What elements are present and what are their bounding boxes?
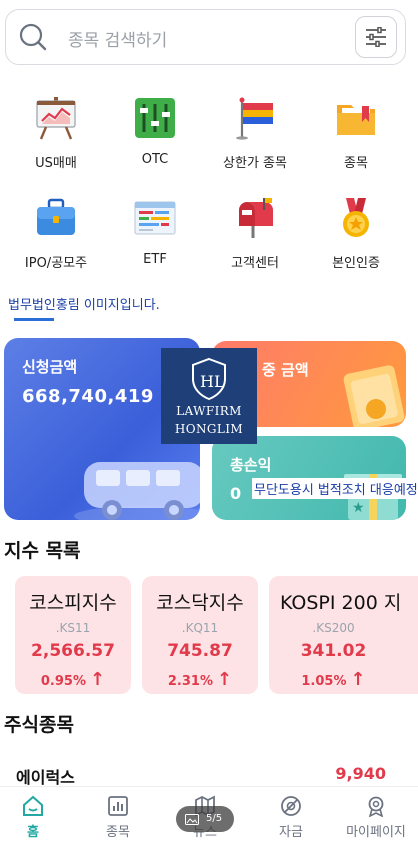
tab-mypage[interactable]: 마이페이지 [334, 795, 418, 840]
medal-outline-icon [368, 796, 384, 818]
stock-name: 에이럭스 [16, 768, 75, 787]
filter-button[interactable] [355, 16, 397, 58]
card-title: 총손익 [230, 456, 272, 474]
index-card[interactable]: 코스닥지수 .KQ11 745.87 2.31% ↑ [142, 576, 258, 694]
menu-label: 상한가 종목 [223, 156, 287, 171]
menu-item-us-trading[interactable]: US매매 [4, 96, 108, 171]
menu-item-upper-limit[interactable]: 상한가 종목 [203, 96, 307, 171]
index-code: .KS200 [312, 621, 355, 635]
card-value: 668,740,419 [22, 386, 154, 407]
watermark-banner-text: 법무법인홍림 이미지입니다. [6, 298, 162, 313]
stock-section-title: 주식종목 [4, 714, 74, 736]
tab-home[interactable]: 홈 [0, 795, 75, 840]
index-price: 2,566.57 [31, 641, 115, 661]
medal-icon [343, 198, 369, 237]
card-value: 0 [230, 484, 242, 503]
index-change-value: 0.95% [40, 674, 86, 689]
index-price: 745.87 [167, 641, 233, 661]
menu-item-otc[interactable]: OTC [103, 96, 207, 167]
stock-row[interactable]: 에이럭스 9,940 [16, 764, 388, 787]
presentation-board-icon [36, 97, 76, 140]
section-underline [14, 318, 54, 321]
menu-item-etf[interactable]: ETF [103, 196, 207, 267]
menu-label: ETF [143, 252, 167, 267]
image-icon [185, 814, 199, 825]
index-code: .KS11 [55, 621, 91, 635]
index-code: .KQ11 [181, 621, 219, 635]
index-name: 코스닥지수 [156, 592, 244, 614]
up-arrow-icon: ↑ [217, 669, 233, 690]
menu-label: 종목 [344, 156, 368, 171]
menu-item-ipo[interactable]: IPO/공모주 [4, 196, 108, 271]
index-price: 341.02 [300, 641, 367, 661]
index-change-value: 1.05% [301, 674, 347, 689]
index-name: KOSPI 200 지 [280, 592, 402, 614]
table-chart-icon [134, 201, 176, 235]
tab-label: 자금 [279, 825, 303, 840]
index-card[interactable]: KOSPI 200 지 .KS200 341.02 1.05% ↑ [269, 576, 418, 694]
svg-text:★: ★ [352, 500, 365, 516]
watermark-banner: 법무법인홍림 이미지입니다. [6, 294, 162, 321]
stock-price: 9,940 [335, 764, 386, 783]
search-bar[interactable]: 종목 검색하기 [5, 9, 406, 65]
watermark-notice: 무단도용시 법적조치 대응예정. [252, 478, 418, 499]
menu-item-verification[interactable]: 본인인증 [304, 196, 408, 271]
pager-text: 5/5 [206, 813, 223, 824]
shield-logo-icon: HL [192, 357, 226, 401]
tab-label: 종목 [106, 825, 130, 840]
svg-text:HL: HL [200, 372, 225, 391]
menu-item-stocks[interactable]: 종목 [304, 96, 408, 171]
index-section-title: 지수 목록 [4, 540, 81, 562]
image-pager-badge: 5/5 [176, 806, 234, 832]
index-change: 1.05% ↑ [269, 669, 418, 690]
briefcase-icon [37, 198, 75, 235]
bus-illustration-icon [74, 462, 200, 520]
tab-label: 홈 [27, 825, 39, 840]
tab-stocks[interactable]: 종목 [76, 795, 160, 840]
lawfirm-line1: LAWFIRM [176, 404, 242, 418]
tab-funds[interactable]: 자금 [249, 795, 333, 840]
index-change: 2.31% ↑ [142, 669, 258, 690]
folder-icon [337, 105, 375, 135]
menu-label: 고객센터 [231, 256, 279, 271]
index-card[interactable]: 코스피지수 .KS11 2,566.57 0.95% ↑ [15, 576, 131, 694]
tab-label: 마이페이지 [346, 825, 406, 840]
mailbox-icon [239, 198, 273, 238]
index-change: 0.95% ↑ [15, 669, 131, 690]
lawfirm-line2: HONGLIM [174, 422, 244, 436]
index-change-value: 2.31% [167, 674, 213, 689]
flags-icon [236, 97, 273, 140]
bar-chart-icon [108, 796, 128, 816]
search-icon [19, 23, 47, 51]
index-name: 코스피지수 [29, 592, 117, 614]
slider-controls-icon [135, 98, 175, 138]
menu-label: IPO/공모주 [24, 256, 88, 271]
card-title: 신청금액 [22, 358, 78, 376]
home-icon [23, 795, 43, 816]
menu-label: OTC [141, 152, 169, 167]
up-arrow-icon: ↑ [90, 669, 106, 690]
lawfirm-logo-watermark: HL LAWFIRM HONGLIM [161, 348, 257, 444]
ticket-illustration-icon [343, 365, 405, 427]
menu-item-customer-center[interactable]: 고객센터 [203, 196, 307, 271]
up-arrow-icon: ↑ [350, 669, 366, 690]
filter-sliders-icon [366, 27, 386, 47]
card-title: 중 금액 [262, 361, 309, 379]
compass-icon [281, 796, 301, 816]
menu-label: US매매 [35, 156, 77, 171]
search-input[interactable]: 종목 검색하기 [68, 26, 167, 51]
menu-label: 본인인증 [332, 256, 380, 271]
